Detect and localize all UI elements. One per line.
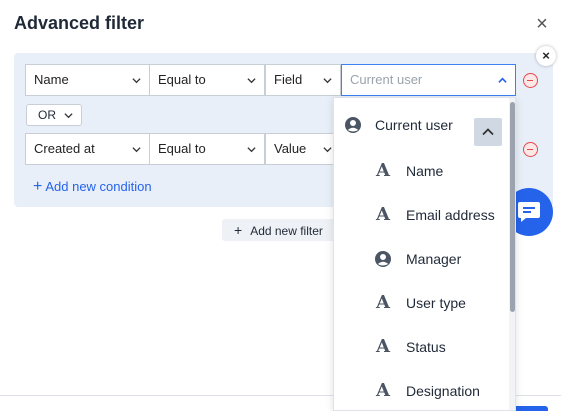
add-condition-label: Add new condition (45, 179, 152, 194)
close-chat-icon[interactable]: × (536, 46, 556, 66)
dropdown-scrollbar-thumb[interactable] (510, 102, 515, 312)
collapse-group-button[interactable] (474, 118, 502, 146)
dropdown-option-label: Name (406, 163, 444, 179)
condition-2-type-select[interactable]: Value (265, 133, 341, 165)
add-condition-button[interactable]: + Add new condition (33, 178, 152, 196)
close-dialog-icon[interactable]: × (533, 14, 551, 34)
dropdown-option[interactable]: A Status (334, 326, 509, 370)
condition-2-operator-select[interactable]: Equal to (149, 133, 265, 165)
chevron-down-icon (247, 147, 256, 153)
chevron-down-icon (323, 147, 332, 153)
condition-1-value-select[interactable]: Current user (341, 64, 516, 96)
dropdown-group-label: Current user (375, 117, 453, 133)
dropdown-option-label: Email address (406, 207, 495, 223)
text-type-icon: A (376, 336, 390, 357)
add-filter-label: Add new filter (250, 224, 323, 238)
chevron-down-icon (132, 147, 141, 153)
dropdown-option[interactable]: Manager (334, 238, 509, 282)
text-type-icon: A (376, 292, 390, 313)
chevron-down-icon (64, 113, 73, 119)
condition-1-type-select[interactable]: Field (265, 64, 341, 96)
text-type-icon: A (376, 380, 390, 401)
condition-1-value-placeholder: Current user (350, 72, 423, 87)
chevron-down-icon (132, 78, 141, 84)
condition-2-type-value: Value (274, 141, 307, 156)
text-type-icon: A (376, 160, 390, 181)
dropdown-option-label: User type (406, 295, 466, 311)
dialog-title: Advanced filter (14, 13, 145, 33)
remove-condition-2-icon[interactable] (523, 142, 538, 157)
logic-operator-select[interactable]: OR (26, 104, 82, 126)
condition-2-operator-value: Equal to (158, 141, 206, 156)
logic-operator-value: OR (38, 108, 56, 122)
chevron-up-icon (498, 77, 507, 83)
user-icon (375, 251, 391, 267)
dropdown-option[interactable]: A Designation (334, 370, 509, 410)
dropdown-option[interactable]: A Email address (334, 194, 509, 238)
chevron-down-icon (323, 78, 332, 84)
chevron-down-icon (247, 78, 256, 84)
remove-condition-1-icon[interactable] (523, 73, 538, 88)
dropdown-option-label: Status (406, 339, 446, 355)
dropdown-option-label: Designation (406, 383, 480, 399)
condition-1-field-select[interactable]: Name (25, 64, 150, 96)
condition-1-operator-value: Equal to (158, 72, 206, 87)
text-type-icon: A (376, 204, 390, 225)
value-dropdown-menu: Current user A Name A Email address Mana… (333, 97, 516, 411)
user-icon (345, 117, 361, 133)
condition-1-type-value: Field (274, 72, 303, 87)
condition-2-field-value: Created at (34, 141, 95, 156)
add-filter-button[interactable]: + Add new filter (222, 219, 338, 241)
dropdown-option[interactable]: A User type (334, 282, 509, 326)
plus-icon: + (234, 222, 243, 238)
chat-icon (518, 202, 540, 222)
plus-icon: + (33, 178, 43, 195)
chevron-up-icon (482, 128, 494, 136)
condition-2-field-select[interactable]: Created at (25, 133, 150, 165)
condition-1-field-value: Name (34, 72, 69, 87)
dropdown-option[interactable]: A Name (334, 150, 509, 194)
condition-1-operator-select[interactable]: Equal to (149, 64, 265, 96)
dropdown-group-current-user[interactable]: Current user (334, 104, 509, 148)
dropdown-option-label: Manager (406, 251, 462, 267)
